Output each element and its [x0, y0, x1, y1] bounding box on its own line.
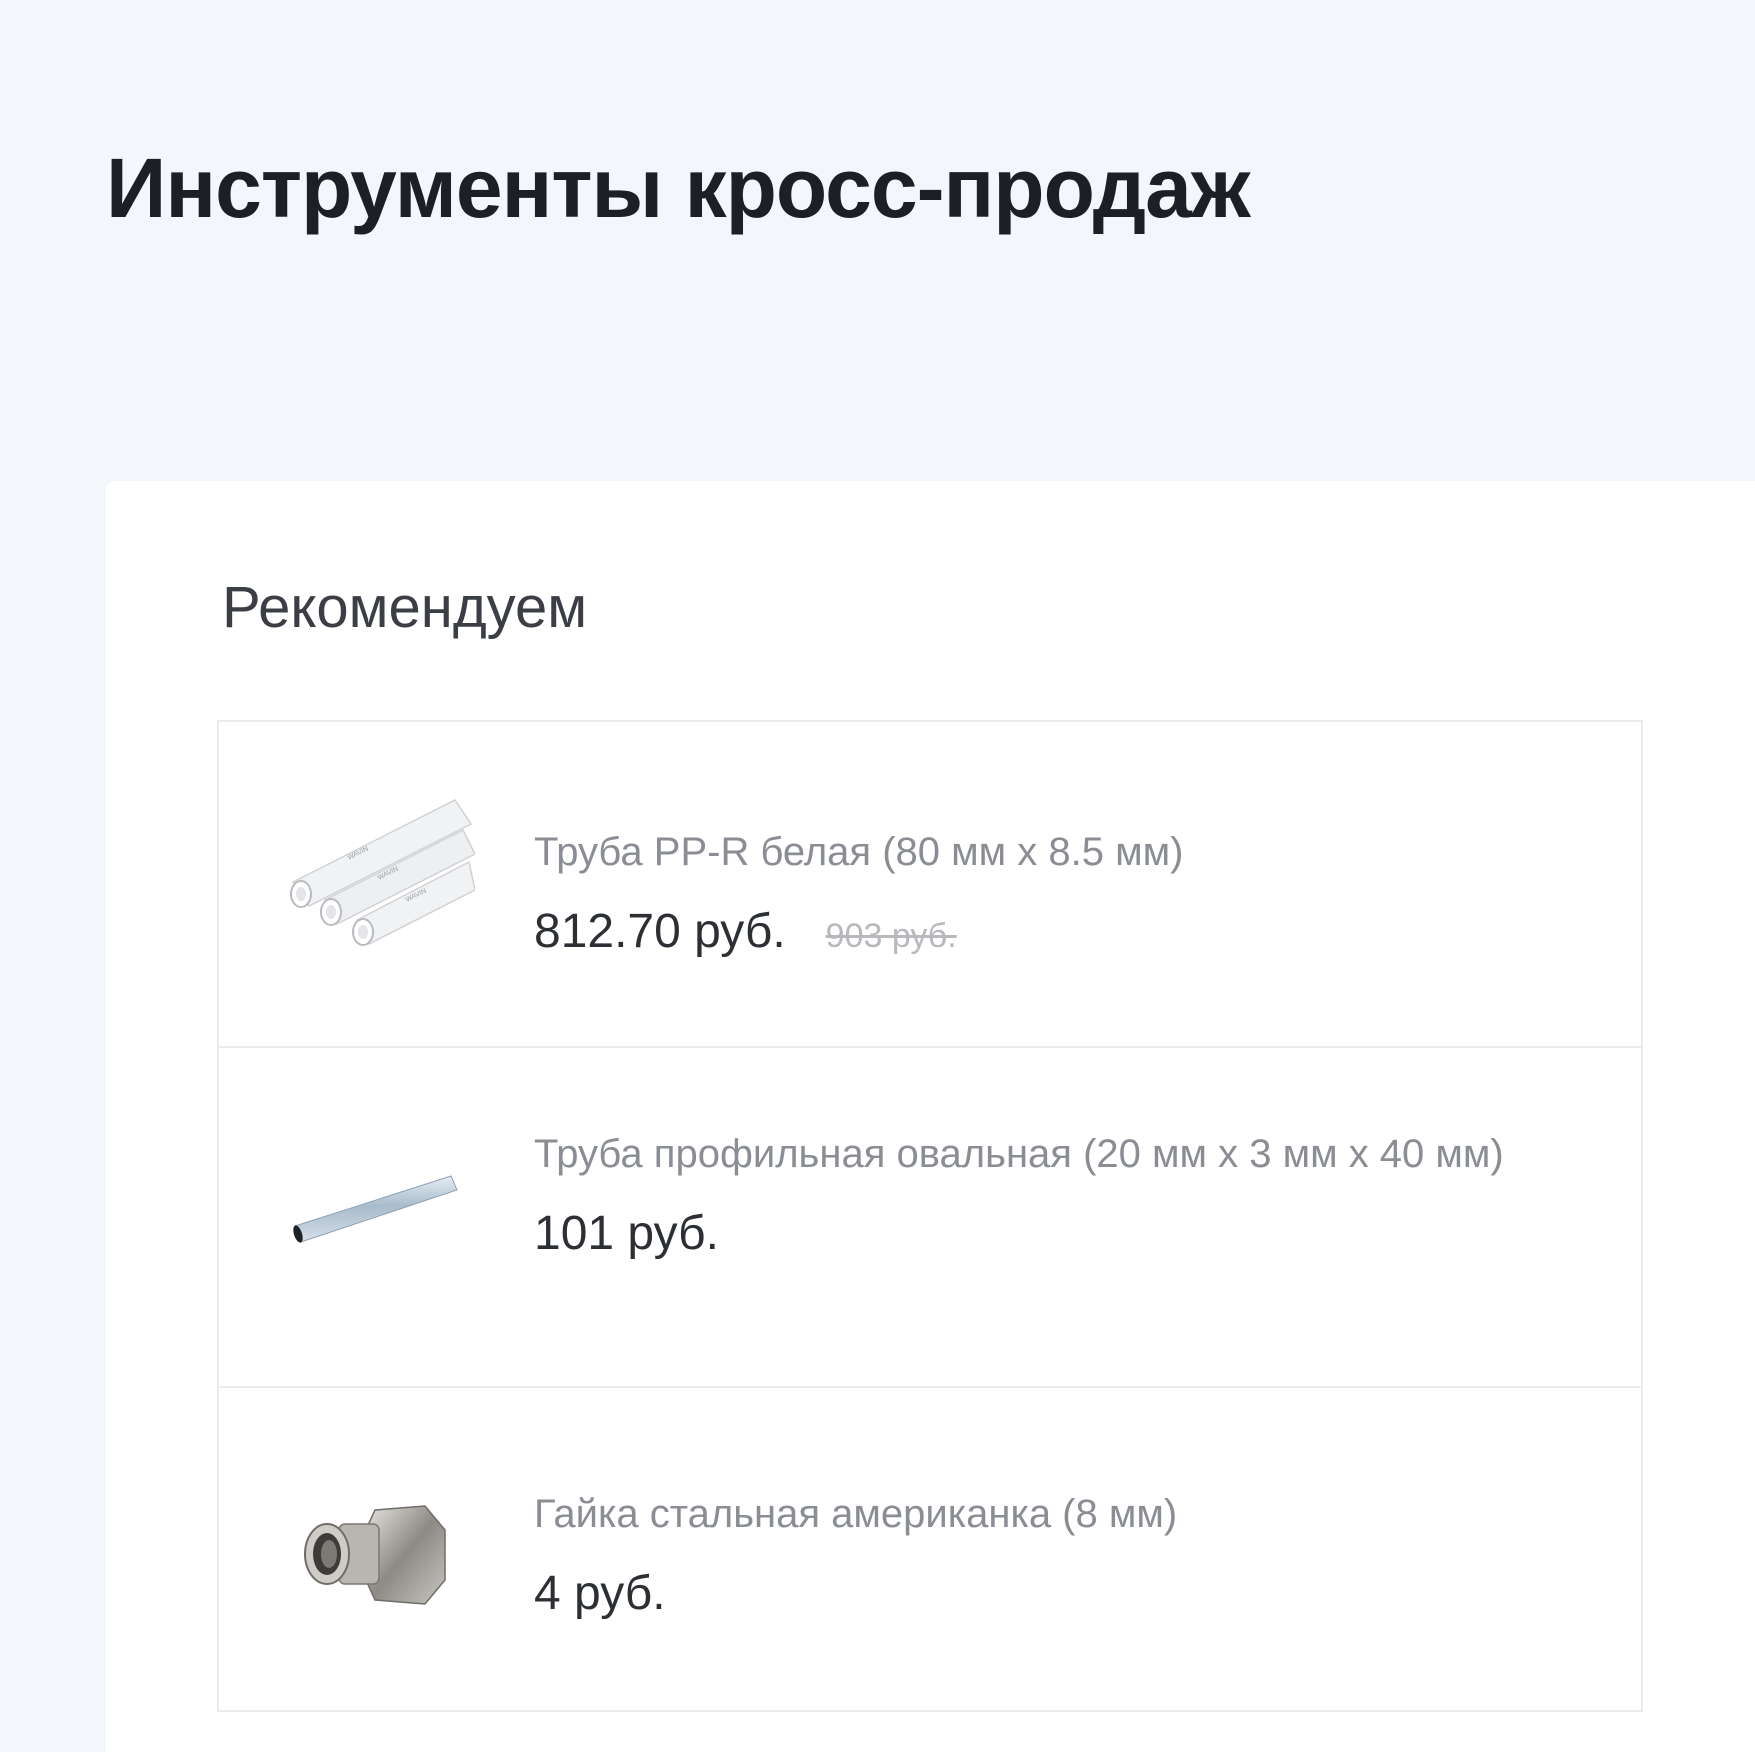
page-title: Инструменты кросс-продаж [106, 141, 1250, 235]
product-old-price: 903 руб. [825, 917, 957, 955]
product-item[interactable]: Гайка стальная американка (8 мм) 4 руб. [219, 1388, 1641, 1710]
product-item[interactable]: Труба профильная овальная (20 мм x 3 мм … [219, 1048, 1641, 1388]
recommendations-panel: Рекомендуем WAVIN WAVIN WAVIN Труба PP-R… [106, 481, 1755, 1752]
oval-steel-pipe-image[interactable] [285, 1118, 475, 1308]
product-item[interactable]: WAVIN WAVIN WAVIN Труба PP-R белая (80 м… [219, 722, 1641, 1048]
product-info: Труба PP-R белая (80 мм x 8.5 мм) 812.70… [534, 822, 1551, 966]
product-name[interactable]: Гайка стальная американка (8 мм) [534, 1484, 1551, 1544]
price-row: 101 руб. [534, 1204, 1551, 1264]
price-row: 4 руб. [534, 1564, 1551, 1624]
product-price: 101 руб. [534, 1207, 719, 1260]
white-pipes-image[interactable]: WAVIN WAVIN WAVIN [285, 790, 475, 980]
recommendations-heading: Рекомендуем [222, 575, 588, 640]
product-price: 4 руб. [534, 1567, 666, 1620]
product-info: Труба профильная овальная (20 мм x 3 мм … [534, 1124, 1551, 1264]
product-name[interactable]: Труба PP-R белая (80 мм x 8.5 мм) [534, 822, 1551, 882]
product-info: Гайка стальная американка (8 мм) 4 руб. [534, 1484, 1551, 1624]
union-nut-image[interactable] [285, 1458, 475, 1648]
product-name[interactable]: Труба профильная овальная (20 мм x 3 мм … [534, 1124, 1551, 1184]
product-price: 812.70 руб. [534, 905, 786, 958]
product-list: WAVIN WAVIN WAVIN Труба PP-R белая (80 м… [217, 720, 1643, 1712]
price-row: 812.70 руб. 903 руб. [534, 902, 1551, 966]
